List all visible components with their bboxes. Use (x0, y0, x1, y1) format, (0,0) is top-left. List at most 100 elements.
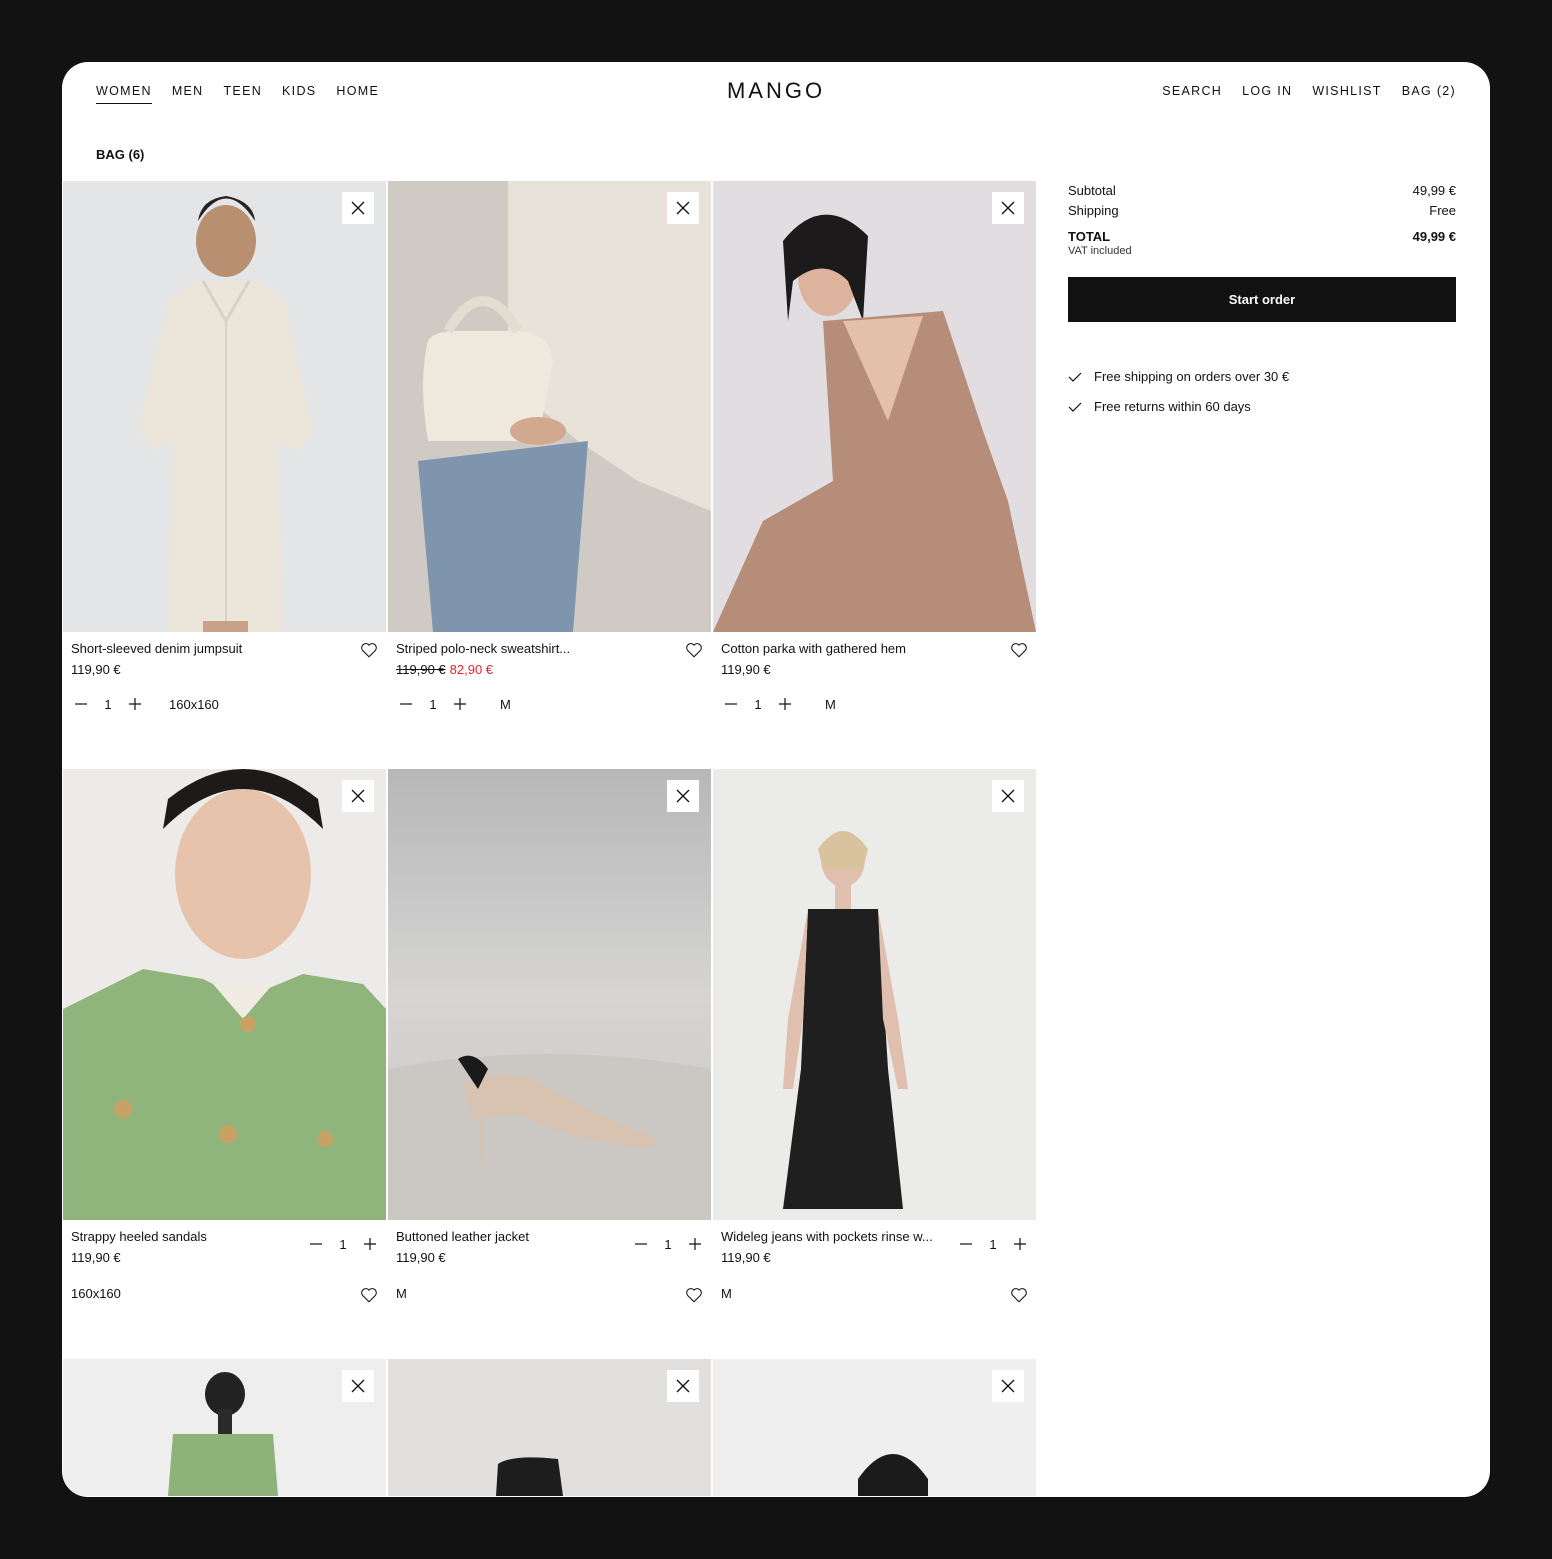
minus-icon (310, 1243, 322, 1245)
decrease-qty-button[interactable] (633, 1236, 649, 1252)
product-price: 119,90 € (721, 1250, 771, 1265)
bag-item (388, 1359, 711, 1496)
minus-icon (400, 703, 412, 705)
app-window: WOMEN MEN TEEN KIDS HOME MANGO SEARCH LO… (62, 62, 1490, 1497)
sale-price: 82,90 € (449, 662, 494, 677)
minus-icon (725, 703, 737, 705)
product-image[interactable] (388, 181, 711, 632)
perk-text: Free shipping on orders over 30 € (1094, 369, 1290, 384)
remove-item-button[interactable] (992, 192, 1024, 224)
plus-icon (779, 698, 791, 710)
item-info: Strappy heeled sandals 119,90 € 1 160x16… (63, 1220, 386, 1357)
nav-wishlist[interactable]: WISHLIST (1312, 84, 1381, 103)
nav-men[interactable]: MEN (172, 84, 204, 104)
product-price: 119,90 € (396, 1250, 446, 1265)
product-price: 119,90 €82,90 € (396, 662, 493, 677)
product-name[interactable]: Wideleg jeans with pockets rinse w... (721, 1229, 933, 1244)
remove-item-button[interactable] (342, 1370, 374, 1402)
bag-items-grid: Short-sleeved denim jumpsuit 119,90 € 1 … (63, 181, 1036, 1496)
quantity-stepper: 1 (308, 1236, 378, 1252)
subtotal-row: Subtotal 49,99 € (1068, 181, 1456, 201)
quantity-value: 1 (664, 1236, 672, 1252)
product-size: M (396, 1286, 407, 1301)
increase-qty-button[interactable] (777, 696, 793, 712)
perk-item: Free returns within 60 days (1068, 392, 1456, 422)
product-name[interactable]: Strappy heeled sandals (71, 1229, 207, 1244)
nav-women[interactable]: WOMEN (96, 84, 152, 104)
total-value: 49,99 € (1412, 229, 1456, 244)
product-name[interactable]: Cotton parka with gathered hem (721, 641, 906, 656)
nav-login[interactable]: LOG IN (1242, 84, 1292, 103)
item-info: Wideleg jeans with pockets rinse w... 11… (713, 1220, 1036, 1357)
close-icon (1001, 789, 1015, 803)
remove-item-button[interactable] (992, 1370, 1024, 1402)
wishlist-heart-icon[interactable] (685, 1286, 703, 1304)
product-image[interactable] (713, 181, 1036, 632)
decrease-qty-button[interactable] (73, 696, 89, 712)
remove-item-button[interactable] (667, 1370, 699, 1402)
perk-text: Free returns within 60 days (1094, 399, 1251, 414)
product-image[interactable] (63, 769, 386, 1220)
bag-item: Strappy heeled sandals 119,90 € 1 160x16… (63, 769, 386, 1359)
increase-qty-button[interactable] (1012, 1236, 1028, 1252)
product-price: 119,90 € (721, 662, 771, 677)
nav-search[interactable]: SEARCH (1162, 84, 1222, 103)
decrease-qty-button[interactable] (723, 696, 739, 712)
item-info: Cotton parka with gathered hem 119,90 € … (713, 632, 1036, 769)
remove-item-button[interactable] (667, 192, 699, 224)
nav-bag[interactable]: BAG (2) (1402, 84, 1456, 103)
remove-item-button[interactable] (342, 192, 374, 224)
plus-icon (454, 698, 466, 710)
quantity-stepper: 1 (398, 696, 468, 712)
product-name[interactable]: Striped polo-neck sweatshirt... (396, 641, 570, 656)
plus-icon (1014, 1238, 1026, 1250)
product-image[interactable] (63, 181, 386, 632)
wishlist-heart-icon[interactable] (360, 1286, 378, 1304)
quantity-value: 1 (104, 696, 112, 712)
product-name[interactable]: Short-sleeved denim jumpsuit (71, 641, 242, 656)
product-name[interactable]: Buttoned leather jacket (396, 1229, 529, 1244)
decrease-qty-button[interactable] (398, 696, 414, 712)
close-icon (676, 1379, 690, 1393)
minus-icon (635, 1243, 647, 1245)
increase-qty-button[interactable] (687, 1236, 703, 1252)
start-order-button[interactable]: Start order (1068, 277, 1456, 322)
remove-item-button[interactable] (342, 780, 374, 812)
bag-item (63, 1359, 386, 1496)
check-icon (1068, 402, 1082, 412)
increase-qty-button[interactable] (362, 1236, 378, 1252)
close-icon (676, 201, 690, 215)
product-image[interactable] (388, 769, 711, 1220)
close-icon (1001, 1379, 1015, 1393)
item-info: Striped polo-neck sweatshirt... 119,90 €… (388, 632, 711, 769)
close-icon (351, 789, 365, 803)
quantity-stepper: 1 (633, 1236, 703, 1252)
nav-teen[interactable]: TEEN (224, 84, 263, 104)
wishlist-heart-icon[interactable] (1010, 1286, 1028, 1304)
increase-qty-button[interactable] (452, 696, 468, 712)
product-size: M (500, 697, 511, 712)
decrease-qty-button[interactable] (958, 1236, 974, 1252)
plus-icon (364, 1238, 376, 1250)
minus-icon (960, 1243, 972, 1245)
remove-item-button[interactable] (992, 780, 1024, 812)
quantity-value: 1 (339, 1236, 347, 1252)
quantity-stepper: 1 (73, 696, 143, 712)
main-nav: WOMEN MEN TEEN KIDS HOME (96, 84, 379, 104)
wishlist-heart-icon[interactable] (685, 641, 703, 659)
product-image[interactable] (713, 1359, 1036, 1496)
decrease-qty-button[interactable] (308, 1236, 324, 1252)
nav-kids[interactable]: KIDS (282, 84, 316, 104)
product-image[interactable] (63, 1359, 386, 1496)
page-title: BAG (6) (96, 147, 145, 162)
wishlist-heart-icon[interactable] (1010, 641, 1028, 659)
increase-qty-button[interactable] (127, 696, 143, 712)
product-image[interactable] (713, 769, 1036, 1220)
product-image[interactable] (388, 1359, 711, 1496)
remove-item-button[interactable] (667, 780, 699, 812)
nav-home[interactable]: HOME (336, 84, 379, 104)
product-size: M (721, 1286, 732, 1301)
wishlist-heart-icon[interactable] (360, 641, 378, 659)
quantity-stepper: 1 (723, 696, 793, 712)
plus-icon (689, 1238, 701, 1250)
